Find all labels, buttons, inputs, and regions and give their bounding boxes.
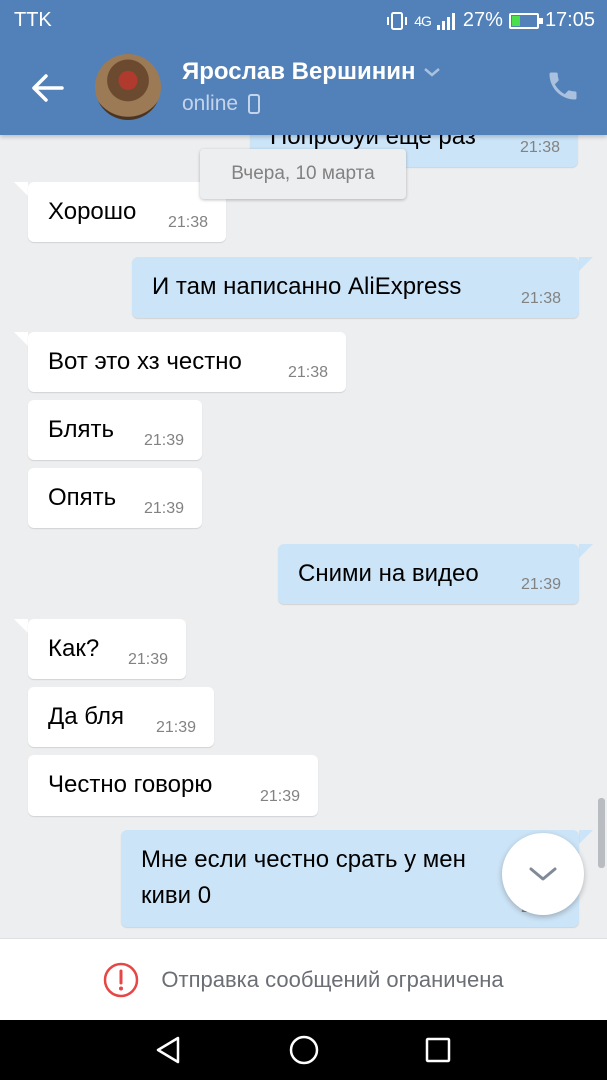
message-text: Честно говорю xyxy=(48,771,213,798)
message-time: 21:38 xyxy=(520,290,561,307)
message-text-line2: киви 0 xyxy=(141,882,212,909)
chevron-down-icon xyxy=(424,68,441,77)
message-text: Да бля xyxy=(48,703,124,730)
message-bubble[interactable]: Как? 21:39 xyxy=(28,619,186,679)
mobile-device-icon xyxy=(248,94,261,114)
scroll-to-bottom-button[interactable] xyxy=(502,833,584,915)
contact-status: online xyxy=(182,92,261,116)
chat-header: Ярослав Вершинин online xyxy=(0,40,607,135)
contact-name[interactable]: Ярослав Вершинин xyxy=(182,58,441,86)
message-bubble[interactable]: Блять 21:39 xyxy=(28,400,202,460)
phone-icon[interactable] xyxy=(545,68,581,104)
message-time: 21:39 xyxy=(127,651,168,668)
message-bubble[interactable]: Сними на видео 21:39 xyxy=(278,544,579,604)
message-time: 21:39 xyxy=(143,432,184,449)
message-text-line1: Мне если честно срать у мен xyxy=(141,846,466,873)
circle-home-icon xyxy=(289,1035,319,1065)
message-bubble[interactable]: Опять 21:39 xyxy=(28,468,202,528)
battery-percent: 27% xyxy=(462,9,503,31)
bubble-tail xyxy=(14,619,28,633)
message-time: 21:38 xyxy=(519,139,560,156)
nav-recents-button[interactable] xyxy=(420,1032,456,1068)
nav-back-button[interactable] xyxy=(150,1032,186,1068)
message-time: 21:39 xyxy=(259,788,300,805)
square-recents-icon xyxy=(425,1037,451,1063)
scrollbar[interactable] xyxy=(598,798,605,868)
message-time: 21:38 xyxy=(287,364,328,381)
chevron-down-icon xyxy=(529,867,557,881)
contact-status-text: online xyxy=(182,92,239,115)
message-bubble[interactable]: Честно говорю 21:39 xyxy=(28,755,318,816)
status-bar: TTK 4G 27% 17:05 xyxy=(0,0,607,40)
avatar[interactable] xyxy=(95,54,161,120)
message-text: Сними на видео xyxy=(298,560,479,587)
android-nav-bar xyxy=(0,1020,607,1080)
alert-circle-icon xyxy=(104,962,139,997)
message-text: Как? xyxy=(48,635,100,662)
date-separator: Вчера, 10 марта xyxy=(200,149,406,199)
top-bar: TTK 4G 27% 17:05 Ярослав Вершинин online xyxy=(0,0,607,135)
restricted-banner: Отправка сообщений ограничена xyxy=(0,938,607,1020)
message-text: И там написанно AliExpress xyxy=(152,273,462,300)
network-label: 4G xyxy=(414,12,432,29)
message-bubble[interactable]: Хорошо 21:38 xyxy=(28,182,226,242)
bubble-tail xyxy=(579,830,593,844)
bubble-tail xyxy=(579,544,593,558)
arrow-left-icon xyxy=(32,74,64,102)
bubble-tail xyxy=(14,182,28,196)
bubble-tail xyxy=(14,332,28,346)
message-bubble[interactable]: И там написанно AliExpress 21:38 xyxy=(132,257,579,318)
message-text: Опять xyxy=(48,484,117,511)
message-time: 21:39 xyxy=(143,500,184,517)
bubble-tail xyxy=(579,257,593,271)
vibrate-icon xyxy=(387,11,408,30)
status-right: 4G 27% 17:05 xyxy=(386,9,595,32)
message-text: Вот это хз честно xyxy=(48,348,242,375)
chat-area[interactable]: Попробуй еще раз 21:38 Вчера, 10 марта Х… xyxy=(0,135,607,938)
message-text: Хорошо xyxy=(48,198,137,225)
carrier-label: TTK xyxy=(14,9,52,31)
message-time: 21:39 xyxy=(520,576,561,593)
restricted-text: Отправка сообщений ограничена xyxy=(161,966,504,992)
triangle-back-icon xyxy=(156,1036,180,1064)
contact-name-text: Ярослав Вершинин xyxy=(182,58,416,85)
message-time: 21:39 xyxy=(155,719,196,736)
message-bubble[interactable]: Вот это хз честно 21:38 xyxy=(28,332,346,392)
signal-icon xyxy=(436,12,455,30)
battery-icon xyxy=(508,12,543,29)
message-time: 21:38 xyxy=(167,214,208,231)
message-bubble[interactable]: Да бля 21:39 xyxy=(28,687,214,747)
nav-home-button[interactable] xyxy=(286,1032,322,1068)
message-text: Блять xyxy=(48,416,114,443)
clock: 17:05 xyxy=(544,9,595,31)
back-button[interactable] xyxy=(24,64,72,112)
